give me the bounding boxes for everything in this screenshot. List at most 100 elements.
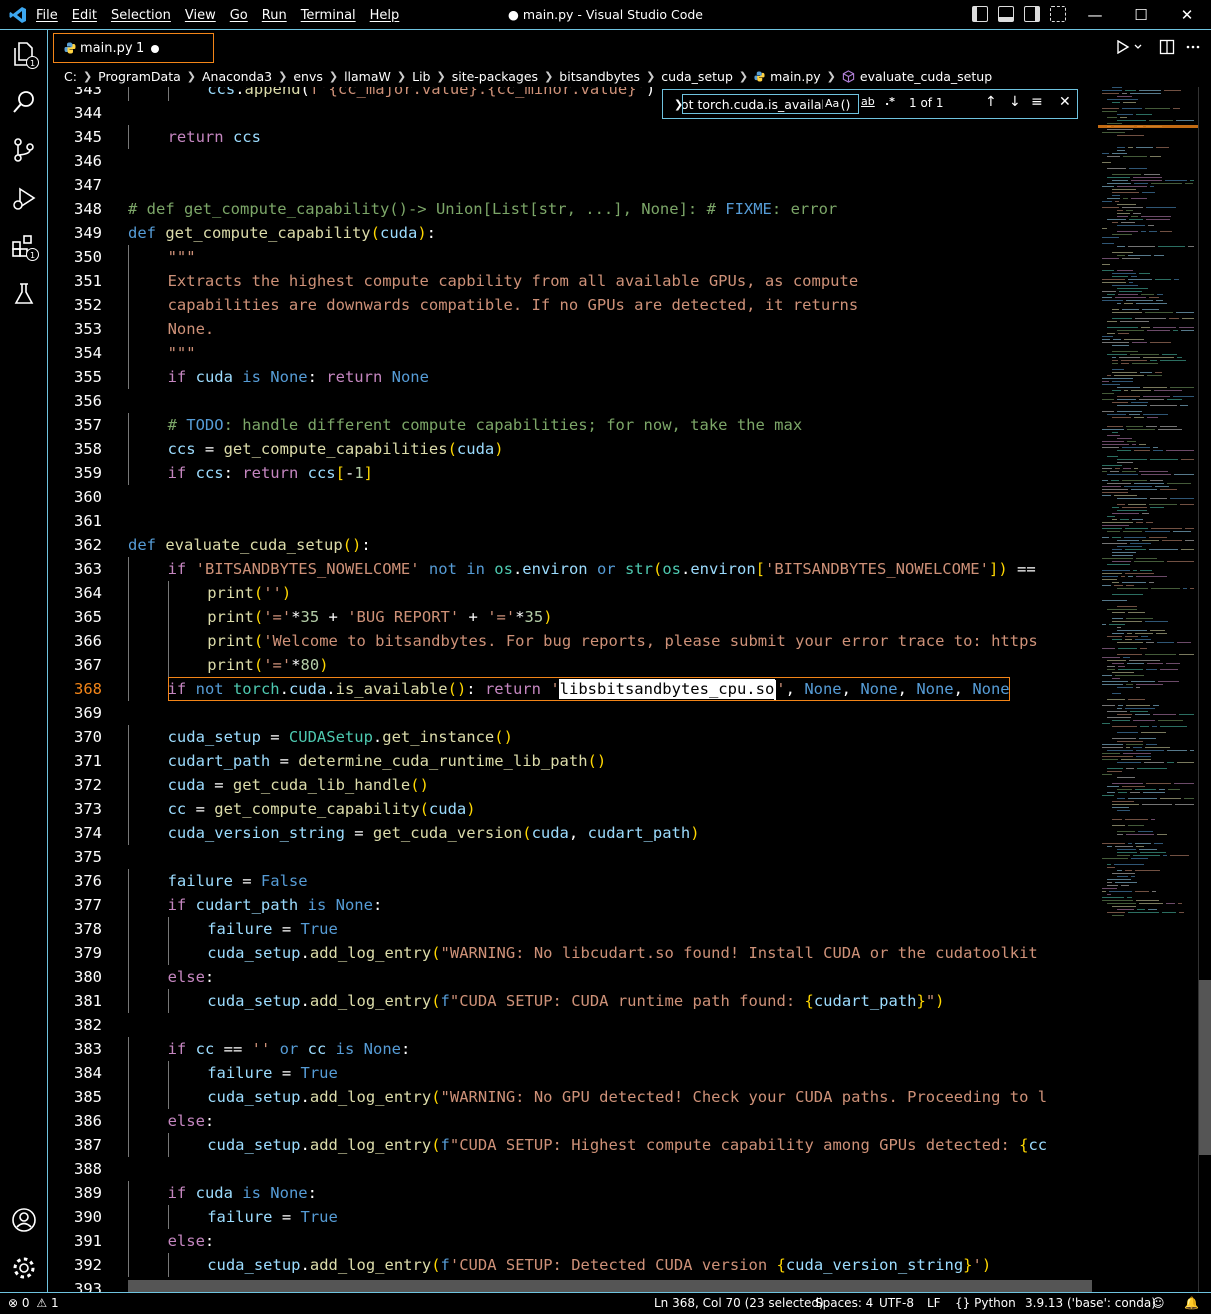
testing-button[interactable] <box>10 280 38 308</box>
code-line[interactable]: ccs.append(f'{cc_major.value}.{cc_minor.… <box>207 87 655 101</box>
menu-terminal[interactable]: Terminal <box>301 8 356 23</box>
code-line[interactable]: cuda_version_string = get_cuda_version(c… <box>168 821 700 845</box>
python-interpreter[interactable]: 3.9.13 ('base': conda) <box>1025 1296 1156 1310</box>
code-line[interactable]: cuda_setup.add_log_entry(f"CUDA SETUP: C… <box>207 989 944 1013</box>
code-line[interactable]: cuda_setup.add_log_entry(f"CUDA SETUP: H… <box>207 1133 1047 1157</box>
code-line[interactable]: print('='*35 + 'BUG REPORT' + '='*35) <box>207 605 552 629</box>
manage-button[interactable] <box>10 1254 38 1282</box>
menu-selection[interactable]: Selection <box>111 8 171 23</box>
problems-status[interactable]: ⊗ 0 ⚠ 1 <box>8 1296 59 1310</box>
code-line[interactable]: if cuda is None: return None <box>168 365 429 389</box>
breadcrumb-item[interactable]: site-packages <box>452 69 538 84</box>
breadcrumb-item[interactable]: llamaW <box>344 69 391 84</box>
breadcrumb-item[interactable]: C: <box>64 69 77 84</box>
code-line[interactable]: if cuda is None: <box>168 1181 317 1205</box>
tab-main-py[interactable]: main.py 1 <box>53 33 214 63</box>
code-line[interactable]: print('') <box>207 581 291 605</box>
breadcrumb-item[interactable]: Lib <box>412 69 430 84</box>
code-line[interactable]: Extracts the highest compute capbility f… <box>168 269 859 293</box>
code-line[interactable]: print('Welcome to bitsandbytes. For bug … <box>207 629 1038 653</box>
regex-toggle[interactable]: .* <box>885 95 895 108</box>
maximize-button[interactable]: ☐ <box>1118 0 1164 30</box>
code-line[interactable]: if 'BITSANDBYTES_NOWELCOME' not in os.en… <box>168 557 1036 581</box>
code-line[interactable]: print('='*80) <box>207 653 328 677</box>
code-line[interactable]: else: <box>168 1109 215 1133</box>
menu-file[interactable]: File <box>36 8 58 23</box>
code-line[interactable]: capabilities are downwards compatible. I… <box>168 293 859 317</box>
code-line[interactable]: cuda = get_cuda_lib_handle() <box>168 773 429 797</box>
match-whole-word-toggle[interactable]: ab <box>861 95 875 108</box>
menu-run[interactable]: Run <box>262 8 287 23</box>
code-line[interactable]: if cudart_path is None: <box>168 893 383 917</box>
code-line[interactable]: failure = True <box>207 1061 338 1085</box>
code-line[interactable]: else: <box>168 965 215 989</box>
extensions-button[interactable]: 1 <box>10 232 39 261</box>
split-editor-icon[interactable] <box>1159 39 1175 55</box>
feedback-icon[interactable]: ☺ <box>1152 1296 1165 1310</box>
indentation-status[interactable]: Spaces: 4 <box>815 1296 873 1310</box>
eol-status[interactable]: LF <box>927 1296 941 1310</box>
breadcrumb-item[interactable]: cuda_setup <box>661 69 733 84</box>
breadcrumb-item[interactable]: ProgramData <box>98 69 181 84</box>
unsaved-dot-icon[interactable] <box>151 45 159 53</box>
code-line[interactable]: if cc == '' or cc is None: <box>168 1037 411 1061</box>
horizontal-scroll-thumb[interactable] <box>128 1280 1092 1292</box>
code-line[interactable]: failure = True <box>207 1205 338 1229</box>
encoding-status[interactable]: UTF-8 <box>879 1296 914 1310</box>
close-find-icon[interactable]: ✕ <box>1059 94 1071 110</box>
run-debug-button[interactable] <box>10 184 38 212</box>
code-line[interactable]: cudart_path = determine_cuda_runtime_lib… <box>168 749 607 773</box>
menu-view[interactable]: View <box>185 8 216 23</box>
cursor-position[interactable]: Ln 368, Col 70 (23 selected) <box>654 1296 824 1310</box>
run-file-icon[interactable] <box>1116 40 1130 54</box>
code-line[interactable]: ccs = get_compute_capabilities(cuda) <box>168 437 504 461</box>
breadcrumb-item[interactable]: main.py <box>770 69 821 84</box>
language-mode[interactable]: {} Python <box>955 1296 1016 1310</box>
minimize-button[interactable]: — <box>1072 0 1118 30</box>
breadcrumb-item[interactable]: evaluate_cuda_setup <box>860 69 992 84</box>
code-line[interactable]: else: <box>168 1229 215 1253</box>
menu-go[interactable]: Go <box>230 8 248 23</box>
breadcrumb-item[interactable]: envs <box>293 69 323 84</box>
code-line[interactable]: """ <box>168 341 196 365</box>
code-line[interactable]: def evaluate_cuda_setup(): <box>128 533 371 557</box>
code-line[interactable]: # TODO: handle different compute capabil… <box>168 413 803 437</box>
code-line[interactable]: def get_compute_capability(cuda): <box>128 221 436 245</box>
menu-help[interactable]: Help <box>370 8 400 23</box>
code-line[interactable]: cuda_setup = CUDASetup.get_instance() <box>168 725 513 749</box>
previous-match-icon[interactable]: ↑ <box>985 94 997 110</box>
match-case-toggle[interactable]: Aa <box>823 97 842 110</box>
search-button[interactable] <box>10 88 38 116</box>
code-line[interactable]: cuda_setup.add_log_entry("WARNING: No li… <box>207 941 1038 965</box>
find-in-selection-icon[interactable]: ≡ <box>1031 94 1043 110</box>
vertical-scroll-thumb[interactable] <box>1199 980 1211 1155</box>
notifications-icon[interactable]: 🔔 <box>1184 1296 1199 1310</box>
code-line[interactable]: return ccs <box>168 125 261 149</box>
menu-edit[interactable]: Edit <box>72 8 97 23</box>
code-line[interactable]: if ccs: return ccs[-1] <box>168 461 373 485</box>
code-line[interactable]: """ <box>168 245 196 269</box>
toggle-sidebar-icon[interactable] <box>972 6 988 22</box>
next-match-icon[interactable]: ↓ <box>1009 94 1021 110</box>
close-window-button[interactable]: ✕ <box>1164 0 1210 30</box>
breadcrumb-item[interactable]: bitsandbytes <box>559 69 640 84</box>
code-line[interactable]: # def get_compute_capability()-> Union[L… <box>128 197 837 221</box>
code-line[interactable]: failure = True <box>207 917 338 941</box>
explorer-button[interactable]: 1 <box>10 40 39 69</box>
minimap[interactable] <box>1098 87 1198 1292</box>
code-line[interactable]: cc = get_compute_capability(cuda) <box>168 797 476 821</box>
source-control-button[interactable] <box>10 136 38 164</box>
code-line[interactable]: failure = False <box>168 869 308 893</box>
code-line[interactable]: None. <box>168 317 215 341</box>
toggle-panel-icon[interactable] <box>998 6 1014 22</box>
find-input[interactable]: not torch.cuda.is_available() Aa <box>682 94 859 114</box>
accounts-button[interactable] <box>10 1206 38 1234</box>
more-actions-icon[interactable] <box>1185 39 1201 55</box>
vertical-scrollbar[interactable] <box>1198 87 1211 1292</box>
code-editor[interactable]: 343 344 345 346 347 348 349 350 351 352 353 354 355 3… <box>48 87 1098 1292</box>
customize-layout-icon[interactable] <box>1050 6 1066 22</box>
toggle-secondary-sidebar-icon[interactable] <box>1024 6 1040 22</box>
code-line[interactable]: if not torch.cuda.is_available(): return… <box>167 677 1010 701</box>
code-line[interactable]: cuda_setup.add_log_entry("WARNING: No GP… <box>207 1085 1047 1109</box>
chevron-down-icon[interactable] <box>1133 42 1143 52</box>
